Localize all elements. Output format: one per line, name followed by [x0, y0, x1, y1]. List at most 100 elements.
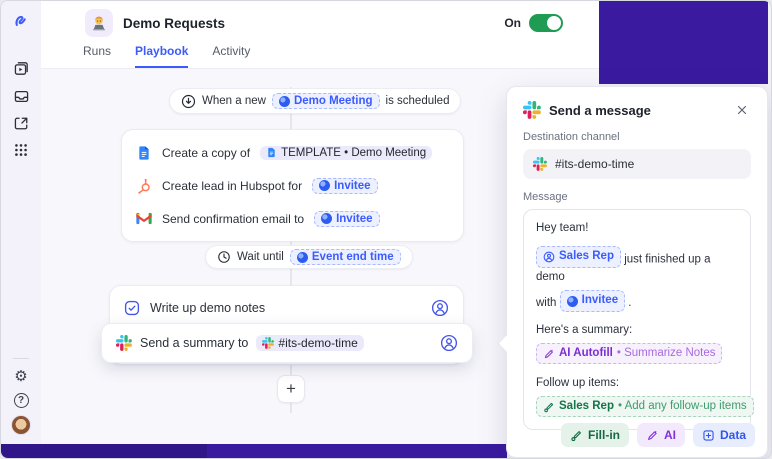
document-token[interactable]: TEMPLATE • Demo Meeting — [260, 146, 432, 160]
playbook-enabled-toggle[interactable] — [529, 14, 563, 32]
fillin-token-sales-rep[interactable]: Sales Rep • Add any follow-up items — [536, 396, 754, 417]
panel-title: Send a message — [549, 103, 725, 118]
ai-pen-icon — [543, 348, 555, 360]
token-label: Sales Rep — [559, 398, 614, 415]
message-text: Follow up items: — [536, 377, 619, 389]
destination-channel-input[interactable]: #its-demo-time — [523, 149, 751, 179]
assignee-icon[interactable] — [431, 299, 449, 317]
trigger-step[interactable]: When a new Demo Meeting is scheduled — [169, 88, 461, 114]
screens-play-icon[interactable] — [12, 59, 30, 77]
token-label: Demo Meeting — [294, 95, 373, 107]
message-editor[interactable]: Hey team! Sales Rep just finished up a d… — [523, 209, 751, 430]
editor-toolbar: Fill-in AI Data — [561, 423, 755, 447]
wait-text: Wait until — [237, 251, 284, 263]
variable-token-invitee[interactable]: Invitee — [314, 211, 379, 227]
sidebar: ⚙ ? — [1, 1, 41, 444]
step-text: Send confirmation email to — [162, 212, 304, 226]
ai-button[interactable]: AI — [637, 423, 685, 447]
button-label: AI — [664, 428, 676, 442]
data-plus-icon — [702, 429, 715, 442]
variable-token-invitee[interactable]: Invitee — [560, 290, 625, 311]
add-step-button[interactable]: + — [277, 375, 305, 403]
trigger-text-pre: When a new — [202, 95, 266, 107]
ai-autofill-token[interactable]: AI Autofill • Summarize Notes — [536, 343, 722, 364]
settings-gear-icon[interactable]: ⚙ — [12, 367, 30, 385]
step-create-copy[interactable]: Create a copy of TEMPLATE • Demo Meeting — [122, 136, 463, 169]
token-label: Invitee — [336, 213, 372, 225]
token-label: TEMPLATE • Demo Meeting — [281, 147, 426, 159]
token-label: AI Autofill — [559, 345, 613, 362]
message-text: Hey team! — [536, 222, 588, 234]
message-text: with — [536, 298, 556, 310]
hubspot-icon — [136, 178, 152, 194]
token-label: Sales Rep — [559, 248, 614, 265]
tab-runs[interactable]: Runs — [83, 44, 111, 68]
page-background-seam — [1, 444, 207, 458]
button-label: Fill-in — [588, 428, 620, 442]
step-text: Send a summary to — [140, 336, 248, 350]
page-background-bottom — [1, 444, 507, 458]
apps-grid-icon[interactable] — [12, 141, 30, 159]
variable-circle-icon — [279, 96, 290, 107]
sidebar-divider — [13, 358, 29, 359]
share-window-icon[interactable] — [12, 114, 30, 132]
slack-icon — [116, 335, 132, 351]
step-write-notes[interactable]: Write up demo notes — [110, 292, 463, 324]
slack-icon — [523, 101, 541, 119]
fillin-pen-icon — [570, 429, 583, 442]
variable-circle-icon — [319, 180, 330, 191]
step-text: Write up demo notes — [150, 301, 265, 315]
close-icon[interactable] — [733, 101, 751, 119]
variable-token-demo-meeting[interactable]: Demo Meeting — [272, 93, 380, 109]
gmail-icon — [136, 212, 152, 225]
token-label: #its-demo-time — [278, 336, 357, 350]
variable-circle-icon — [567, 296, 578, 307]
tab-playbook[interactable]: Playbook — [135, 44, 188, 68]
step-text: Create lead in Hubspot for — [162, 179, 302, 193]
panel-header: Send a message — [523, 101, 751, 119]
step-create-lead[interactable]: Create lead in Hubspot for Invitee — [122, 169, 463, 202]
variable-token-sales-rep[interactable]: Sales Rep — [536, 246, 621, 267]
app-root: ⚙ ? Demo Requests Runs Playbook — [0, 0, 772, 459]
person-icon — [543, 251, 555, 263]
token-label: Invitee — [334, 180, 370, 192]
data-button[interactable]: Data — [693, 423, 755, 447]
step-send-email[interactable]: Send confirmation email to Invitee — [122, 202, 463, 235]
clock-icon — [217, 250, 231, 264]
step-detail-panel: Send a message Destination channel #its-… — [506, 86, 768, 458]
playbook-emoji-icon — [85, 9, 113, 37]
relay-logo-icon[interactable] — [11, 10, 31, 30]
tab-activity[interactable]: Activity — [212, 44, 250, 68]
inbox-icon[interactable] — [12, 87, 30, 105]
channel-token[interactable]: #its-demo-time — [256, 335, 363, 351]
page-background-top-right — [599, 1, 768, 84]
page-title: Demo Requests — [123, 16, 225, 31]
token-label: Invitee — [582, 292, 618, 309]
google-docs-icon — [136, 145, 152, 161]
destination-channel-value: #its-demo-time — [555, 157, 634, 171]
wait-step[interactable]: Wait until Event end time — [205, 245, 413, 269]
playbook-header: Demo Requests Runs Playbook Activity On — [41, 1, 599, 69]
destination-channel-label: Destination channel — [523, 131, 751, 143]
step-send-summary-selected[interactable]: Send a summary to #its-demo-time — [101, 323, 473, 363]
token-label: Event end time — [312, 251, 394, 263]
tab-bar: Runs Playbook Activity — [83, 44, 250, 68]
variable-token-invitee[interactable]: Invitee — [312, 178, 377, 194]
token-desc: • Summarize Notes — [617, 345, 716, 362]
toggle-knob — [547, 16, 561, 30]
enabled-toggle-group: On — [504, 14, 563, 32]
help-icon[interactable]: ? — [12, 391, 30, 409]
message-text: Here's a summary: — [536, 324, 632, 336]
assignee-icon[interactable] — [440, 334, 458, 352]
task-checkbox-icon — [124, 300, 140, 316]
message-label: Message — [523, 191, 751, 203]
variable-token-event-end-time[interactable]: Event end time — [290, 249, 401, 265]
fill-in-button[interactable]: Fill-in — [561, 423, 629, 447]
user-avatar[interactable] — [11, 415, 31, 435]
variable-circle-icon — [321, 213, 332, 224]
button-label: Data — [720, 428, 746, 442]
fillin-pen-icon — [543, 401, 555, 413]
toggle-label: On — [504, 16, 521, 30]
step-text: Create a copy of — [162, 146, 250, 160]
slack-icon — [533, 157, 547, 171]
